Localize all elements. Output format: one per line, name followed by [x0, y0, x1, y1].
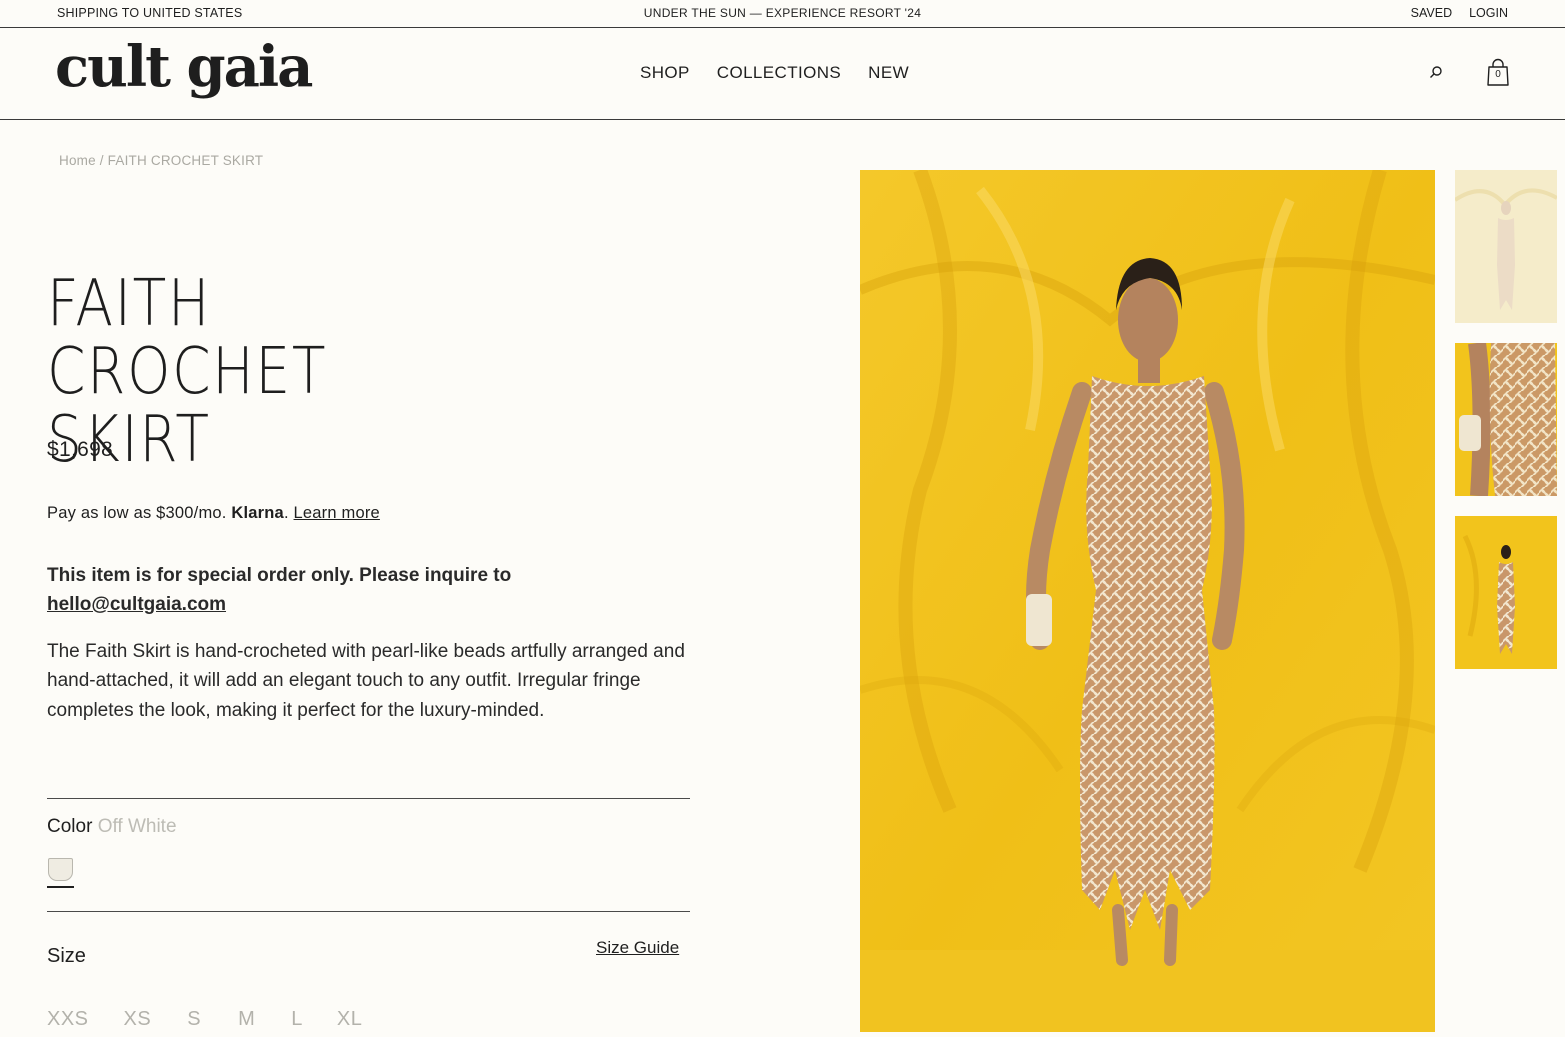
bag-count: 0: [1495, 69, 1501, 80]
klarna-dot: .: [283, 504, 289, 522]
main-nav: SHOP COLLECTIONS NEW: [640, 63, 909, 83]
size-option-l[interactable]: L: [291, 1008, 303, 1031]
color-swatch-off-white[interactable]: [48, 858, 73, 881]
divider: [47, 798, 690, 799]
klarna-learn-more-link[interactable]: Learn more: [294, 504, 380, 522]
site-header: cult gaia SHOP COLLECTIONS NEW 0: [0, 28, 1565, 120]
special-order-notice: This item is for special order only. Ple…: [47, 561, 587, 619]
account-links: SAVED LOGIN: [1411, 6, 1508, 20]
klarna-prefix: Pay as low as $300/mo.: [47, 504, 227, 522]
nav-new[interactable]: NEW: [868, 63, 909, 83]
swatch-selected-indicator: [47, 886, 74, 888]
breadcrumb-separator: /: [99, 153, 104, 168]
size-option-xs[interactable]: XS: [124, 1008, 152, 1031]
main-product-image[interactable]: [860, 170, 1435, 1032]
breadcrumb-home[interactable]: Home: [59, 153, 96, 168]
login-link[interactable]: LOGIN: [1469, 6, 1508, 20]
color-selector-label: Color Off White: [47, 816, 177, 838]
announcement-text[interactable]: UNDER THE SUN — EXPERIENCE RESORT '24: [0, 6, 1565, 20]
product-title: FAITH CROCHET SKIRT: [47, 267, 328, 477]
nav-shop[interactable]: SHOP: [640, 63, 690, 83]
size-guide-link[interactable]: Size Guide: [596, 938, 679, 958]
email-link[interactable]: hello@cultgaia.com: [47, 594, 226, 615]
color-value: Off White: [97, 816, 177, 837]
thumbnail-3[interactable]: [1455, 516, 1557, 669]
shopping-bag-icon[interactable]: 0: [1486, 58, 1510, 86]
special-order-text: This item is for special order only. Ple…: [47, 565, 512, 586]
size-option-xxs[interactable]: XXS: [47, 1008, 89, 1031]
logo[interactable]: cult gaia: [55, 34, 313, 100]
size-option-s[interactable]: S: [187, 1008, 201, 1031]
saved-link[interactable]: SAVED: [1411, 6, 1452, 20]
thumbnail-2[interactable]: [1455, 343, 1557, 496]
divider: [47, 911, 690, 912]
klarna-logo: Klarna: [231, 504, 284, 522]
product-description: The Faith Skirt is hand-crocheted with p…: [47, 641, 685, 721]
product-price: $1,698: [47, 438, 114, 461]
color-label: Color: [47, 816, 93, 837]
search-icon[interactable]: [1427, 64, 1445, 82]
announcement-bar: SHIPPING TO UNITED STATES UNDER THE SUN …: [0, 0, 1565, 28]
size-option-xl[interactable]: XL: [337, 1008, 362, 1031]
size-options: XXS XS S M L XL: [47, 1008, 362, 1031]
klarna-message: Pay as low as $300/mo. Klarna. Learn mor…: [47, 504, 380, 523]
size-label: Size: [47, 945, 86, 967]
nav-collections[interactable]: COLLECTIONS: [717, 63, 841, 83]
breadcrumb: Home / FAITH CROCHET SKIRT: [59, 153, 263, 168]
size-option-m[interactable]: M: [238, 1008, 255, 1031]
thumbnail-1[interactable]: [1455, 170, 1557, 323]
breadcrumb-current: FAITH CROCHET SKIRT: [107, 153, 264, 168]
